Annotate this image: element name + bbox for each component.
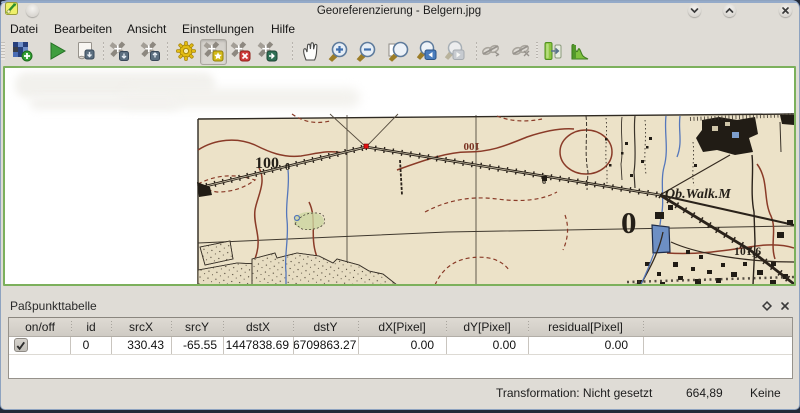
svg-text:Ob.Walk.M: Ob.Walk.M bbox=[665, 187, 731, 202]
svg-text:6: 6 bbox=[542, 177, 546, 186]
svg-text:101,6: 101,6 bbox=[734, 246, 761, 258]
svg-text:100: 100 bbox=[255, 155, 279, 172]
svg-text:100: 100 bbox=[463, 140, 480, 152]
svg-text:0: 0 bbox=[621, 205, 637, 240]
svg-text:0: 0 bbox=[285, 162, 290, 173]
